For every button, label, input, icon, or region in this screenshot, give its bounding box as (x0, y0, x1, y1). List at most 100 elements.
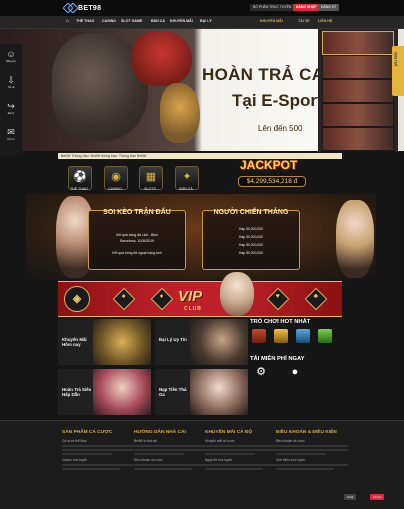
banner-thumb[interactable] (322, 31, 394, 55)
promo-line: Barcelona, 11/05/2019 (120, 239, 154, 243)
user-icon: ☺ (6, 49, 16, 59)
hot-game-thumb[interactable] (318, 329, 332, 343)
tile-label: Nạp Tiền Thả Ga (159, 387, 187, 397)
hero-banner[interactable]: HOÀN TRẢ CAO Tại E-Sports Lên đến 500 (0, 29, 404, 151)
footer-col-promo: KHUYẾN MÃI CÁ ĐỘ Khuyến mãi cá cược Ngày… (205, 430, 277, 470)
android-icon[interactable]: ⚙ (254, 365, 268, 379)
nav-right-contact[interactable]: LIÊN HỆ (318, 19, 332, 23)
footer-col-products: SẢN PHẨM CÁ CƯỢC Cá cược thể thao Casino… (62, 430, 134, 470)
register-button[interactable]: ĐĂNG NHẬP (293, 4, 320, 11)
apple-icon[interactable]: ● (288, 365, 302, 379)
login-button[interactable]: ĐĂNG KÝ (318, 4, 340, 11)
hot-game-thumb[interactable] (274, 329, 288, 343)
diamond-icon: ♦ (150, 287, 174, 311)
tile-art (93, 369, 151, 415)
banner-thumb[interactable] (322, 79, 394, 103)
nav-item-agent[interactable]: ĐẠI LÝ (200, 19, 212, 23)
promo-box-winners[interactable]: NGƯỜI CHIẾN THẮNG Hạp 50,000,000 Hạp 50,… (202, 209, 300, 270)
tile-deposit[interactable]: Nạp Tiền Thả Ga (155, 369, 248, 415)
left-menu-register[interactable]: ☺ Đăng ký (2, 48, 20, 70)
tile-art (190, 319, 248, 365)
footer-link[interactable]: Ngày tết trực tuyến (205, 458, 277, 462)
top-header: BET98 BỐ PHẬN TRỰC TUYẾN ĐĂNG NHẬP ĐĂNG … (0, 0, 404, 16)
footer-link[interactable]: Điều khoản cá cược (134, 458, 206, 462)
tile-promo-today[interactable]: Khuyến Mãi Hôm nay (58, 319, 151, 365)
winner-line: Hạp 50,000,000 (238, 227, 264, 231)
slot-icon: ▦ (145, 171, 157, 183)
footer-col-title: KHUYẾN MÃI CÁ ĐỘ (205, 430, 253, 435)
vip-title: VIP (178, 288, 203, 305)
support-button[interactable]: BỐ PHẬN TRỰC TUYẾN (250, 4, 295, 11)
nav-right-download[interactable]: TẢI VỀ (298, 19, 310, 23)
footer-col-terms: ĐIỀU KHOẢN & ĐIỀU KIỆN Điều khoản cá cượ… (276, 430, 348, 470)
page: BET98 BỐ PHẬN TRỰC TUYẾN ĐĂNG NHẬP ĐĂNG … (0, 0, 404, 509)
hot-games: TRÒ CHƠI HOT NHẤT (250, 319, 342, 343)
jackpot-value: $4,299,534,218 đ (238, 176, 306, 187)
footer-link[interactable]: Khuyến mãi cá cược (205, 439, 277, 443)
jackpot-title: JACKPOT (240, 158, 298, 172)
fish-icon: ✦ (182, 171, 192, 183)
winner-line: Hạp 50,000,000 (238, 235, 264, 239)
tile-art (190, 369, 248, 415)
vip-model (220, 272, 254, 316)
logo-text: BET98 (78, 4, 102, 12)
download-title: TẢI MIỄN PHÍ NGAY (250, 356, 305, 362)
right-promo-tab[interactable]: ƯU ĐÃI (392, 46, 404, 96)
chat-button[interactable]: Chat (344, 494, 357, 500)
heart-icon: ♥ (266, 287, 290, 311)
promo-girl-right (336, 200, 374, 278)
footer-link[interactable]: Casino trực tuyến (62, 458, 134, 462)
promo-box-title: SOI KÈO TRẬN ĐẤU (103, 209, 171, 216)
promo-band (26, 194, 376, 280)
nav-item-casino[interactable]: CASINO (102, 19, 116, 23)
nav-item-promo[interactable]: KHUYẾN MÃI (170, 19, 193, 23)
home-icon[interactable]: ⌂ (66, 18, 69, 24)
footer-link[interactable]: Bet98 là nhà cái (134, 439, 206, 443)
winner-line: Hạp 80,000,000 (238, 251, 264, 255)
banner-character-gold (160, 83, 200, 143)
left-menu-support[interactable]: ✉ Hỗ trợ (2, 126, 20, 148)
winner-line: Hạp 80,000,000 (238, 243, 264, 247)
hot-game-thumb[interactable] (296, 329, 310, 343)
nav-right-promo[interactable]: KHUYẾN MÃI (260, 19, 283, 23)
footer-link[interactable]: Điều khoản cá cược (276, 439, 348, 443)
nav-item-sports[interactable]: THỂ THAO (76, 19, 94, 23)
nav-item-fishing[interactable]: BẮN CÁ (151, 19, 165, 23)
vip-club-banner[interactable]: ◈ ♠ ♦ VIP CLUB ♥ ♣ (58, 272, 342, 317)
hot-game-thumb[interactable] (252, 329, 266, 343)
banner-note: Lên đến 500 (258, 124, 303, 133)
banner-thumb[interactable] (322, 103, 394, 127)
tile-agent[interactable]: Đại Lý Uy Tín (155, 319, 248, 365)
tile-label: Hoàn Trả Siêu Hấp Dẫn (62, 387, 92, 397)
ticker-text: Bet98 Thông báo: Bet98 thông báo: Thông … (61, 154, 147, 158)
left-menu-agent[interactable]: ↪ Đại lý (2, 100, 20, 122)
footer-col-guide: HƯỚNG DẪN NHÀ CÁI Bet98 là nhà cái Điều … (134, 430, 206, 470)
tile-label: Khuyến Mãi Hôm nay (62, 337, 87, 347)
vip-logo-icon: ◈ (64, 286, 90, 312)
left-menu-download[interactable]: ⇩ Tải về (2, 74, 20, 96)
jackpot-widget: JACKPOT $4,299,534,218 đ (234, 158, 310, 188)
logo-icon (62, 2, 79, 14)
banner-thumb[interactable] (322, 55, 394, 79)
spade-icon: ♠ (112, 287, 136, 311)
tile-label: Đại Lý Uy Tín (159, 337, 187, 342)
soccer-icon: ⚽ (73, 171, 87, 183)
tile-cashback[interactable]: Hoàn Trả Siêu Hấp Dẫn (58, 369, 151, 415)
promo-tab-label: ƯU ĐÃI (393, 52, 398, 67)
footer-link[interactable]: Giới thiệu trực tuyến (276, 458, 348, 462)
promo-box-title: NGƯỜI CHIẾN THẮNG (213, 209, 289, 216)
game-fish-label: BẮN CÁ (179, 187, 193, 191)
banner-thumb[interactable] (322, 127, 394, 151)
support-chat-button[interactable]: Hỗ trợ (370, 494, 385, 500)
promo-box-predictions[interactable]: SOI KÈO TRẬN ĐẤU Kết quả bóng đá Lịch - … (88, 209, 186, 270)
main-nav: ⌂ THỂ THAO CASINO SLOT GAME BẮN CÁ KHUYẾ… (0, 16, 404, 29)
logo[interactable]: BET98 (62, 2, 102, 14)
footer-col-title: ĐIỀU KHOẢN & ĐIỀU KIỆN (276, 430, 337, 435)
game-sports-label: THỂ THAO (69, 187, 89, 191)
hot-games-row (250, 329, 342, 343)
nav-item-slot[interactable]: SLOT GAME (121, 19, 142, 23)
banner-thumbnails (318, 29, 398, 151)
footer-col-title: HƯỚNG DẪN NHÀ CÁI (134, 430, 186, 435)
footer-link[interactable]: Cá cược thể thao (62, 439, 134, 443)
game-casino-label: CASINO (108, 187, 122, 191)
